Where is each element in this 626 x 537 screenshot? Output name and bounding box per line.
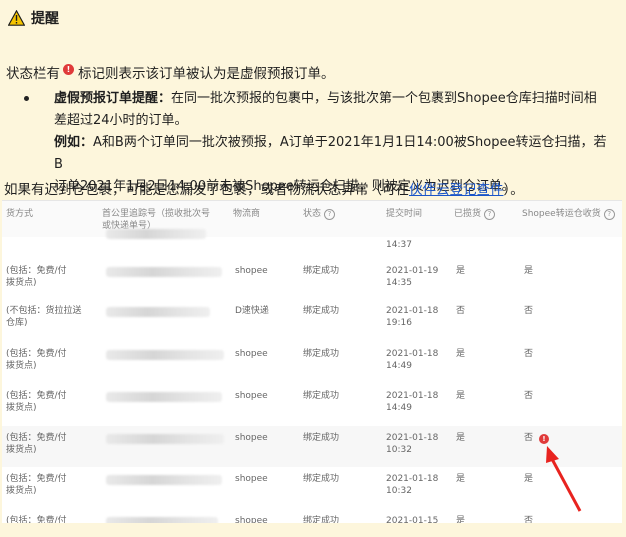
bullet-heading: 虚假预报订单提醒： [54, 91, 172, 106]
bullet-text-line2: 差超过24小时的订单。 [54, 113, 188, 128]
alert-title: 提醒 [31, 11, 59, 27]
alert-dot-icon: ! [63, 63, 74, 75]
note-text-before: 如果有迟到仓包裹，可能是您漏发了包裹，或者物流状态异常（可在 [4, 182, 409, 198]
status-text-before: 状态栏有 [6, 66, 60, 82]
warning-icon [8, 10, 25, 26]
bullet-text-line1: 在同一批次预报的包裹中，与该批次第一个包裹到Shopee仓库扫描时间相 [171, 91, 597, 106]
bullet-dot-icon [24, 96, 29, 101]
status-text-after: 标记则表示该订单被认为是虚假预报订单。 [78, 66, 335, 82]
example-line1: A和B两个订单同一批次被预报，A订单于2021年1月1日14:00被Shopee… [54, 135, 607, 172]
status-explanation: 状态栏有 ! 标记则表示该订单被认为是虚假预报订单。 [6, 62, 335, 82]
red-arrow-icon [546, 446, 582, 512]
example-label: 例如： [54, 135, 94, 150]
late-package-note: 如果有迟到仓包裹，可能是您漏发了包裹，或者物流状态异常（可在伙伴云登记查件）。 [4, 178, 524, 198]
alert-title-row: 提醒 [8, 8, 59, 28]
orders-table-screenshot: 货方式 首公里追踪号（揽收批次号 或快递单号） 物流商 状态? 提交时间 已揽货?… [2, 200, 622, 523]
partner-cloud-link[interactable]: 伙伴云登记查件 [409, 182, 504, 198]
note-text-after: ）。 [503, 182, 524, 198]
